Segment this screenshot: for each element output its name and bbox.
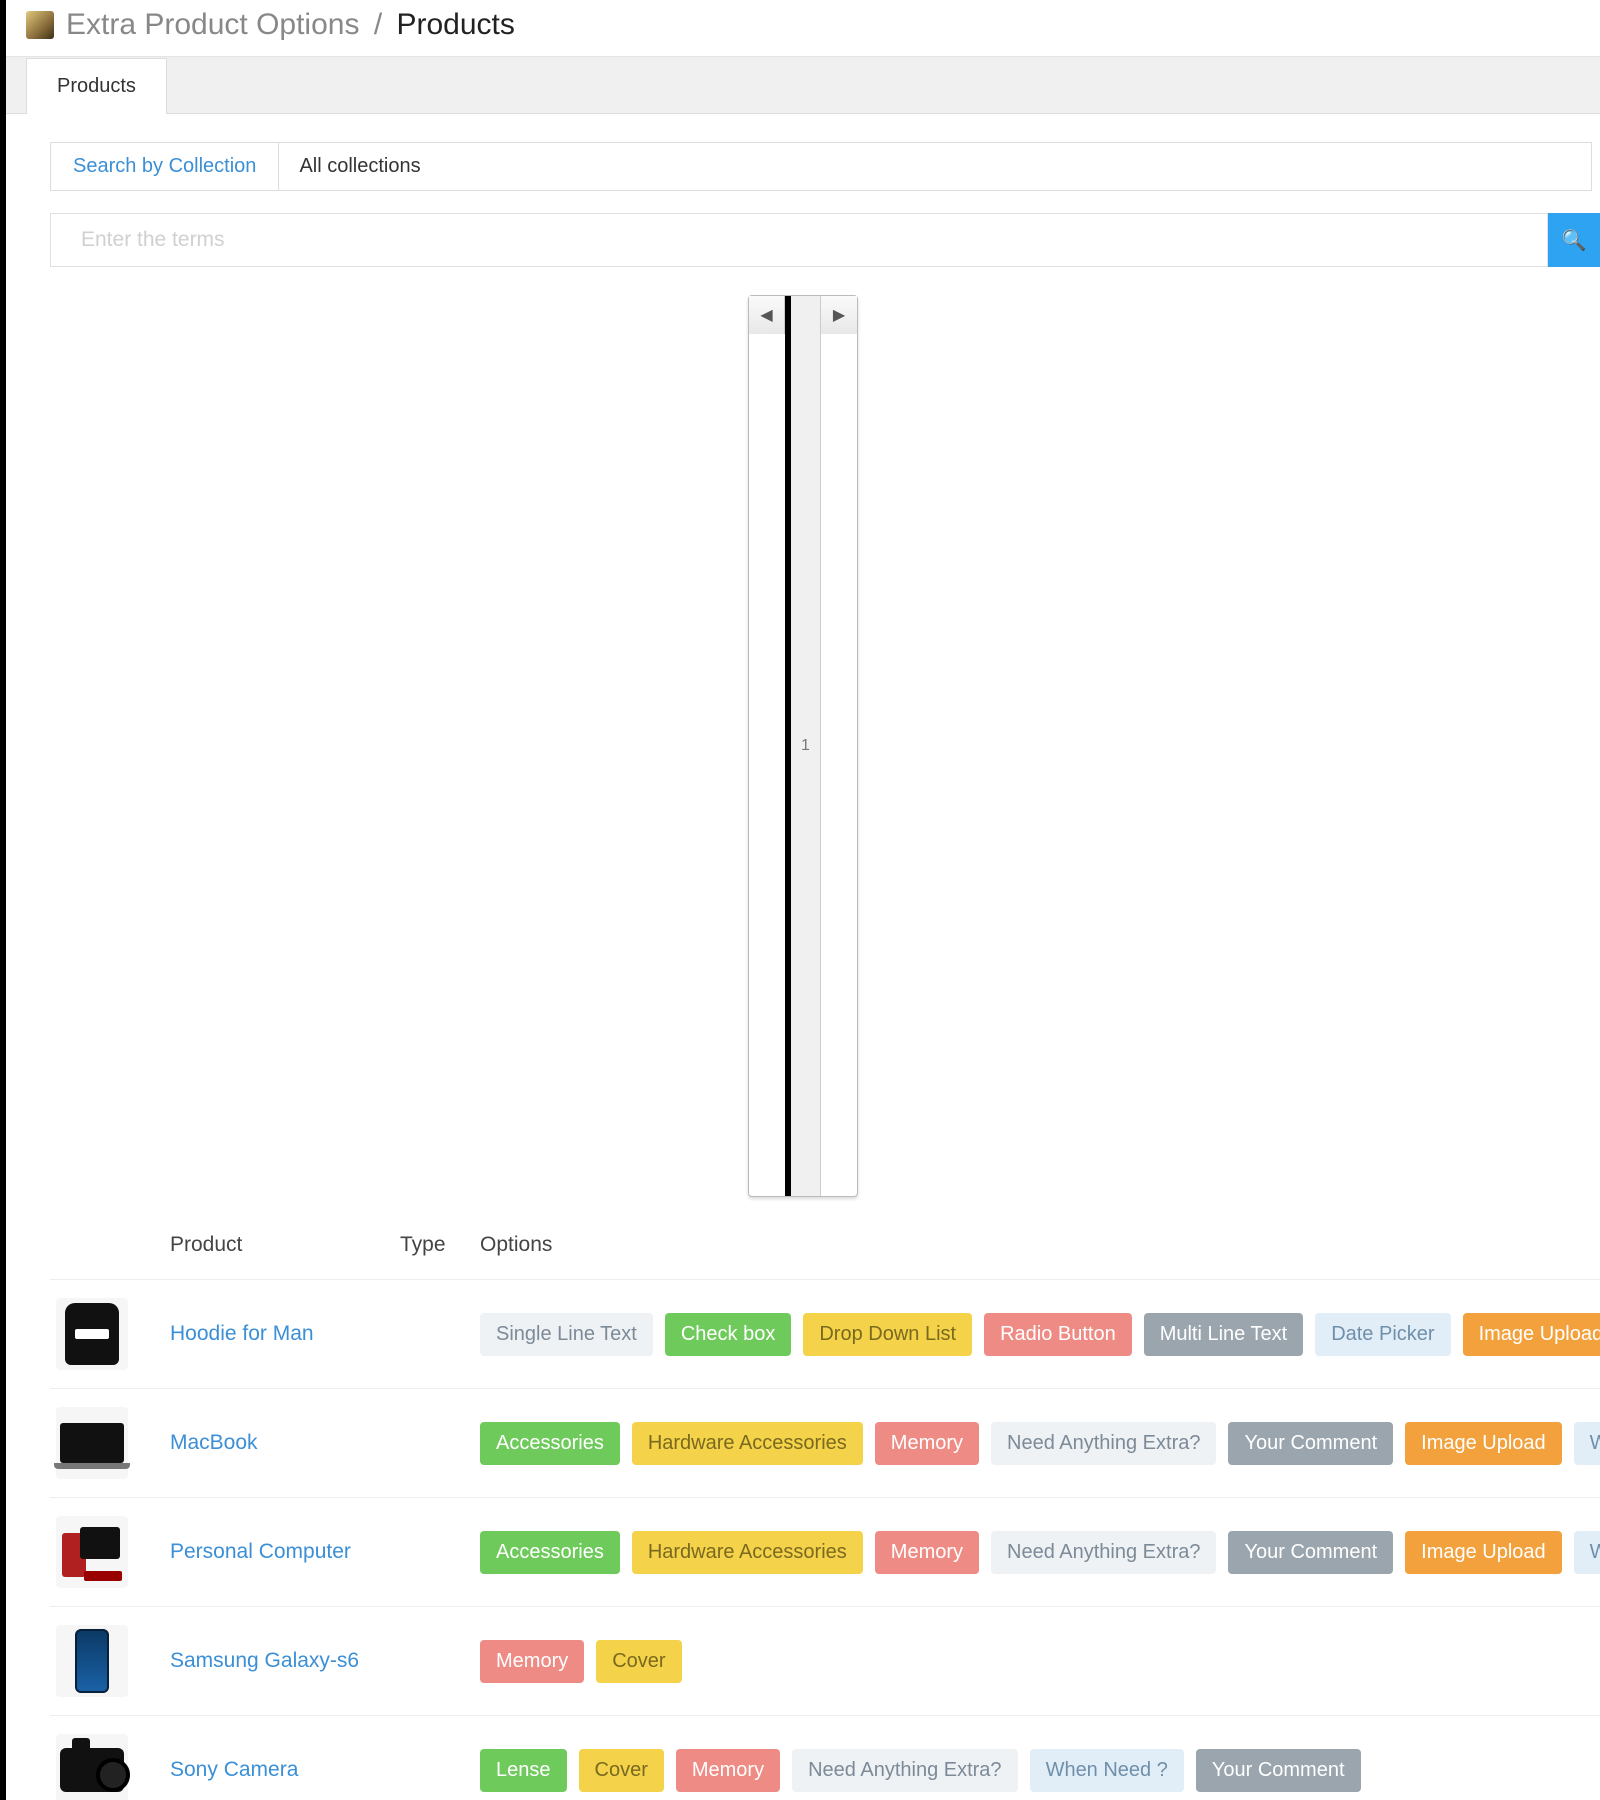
option-tag[interactable]: Multi Line Text xyxy=(1144,1313,1303,1356)
option-tag[interactable]: Date Picker xyxy=(1315,1313,1450,1356)
option-tag[interactable]: Your Comment xyxy=(1228,1531,1393,1574)
option-tag[interactable]: Hardware Accessories xyxy=(632,1422,863,1465)
option-tag[interactable]: Need Anything Extra? xyxy=(792,1749,1017,1792)
option-tag[interactable]: When Need ? xyxy=(1574,1531,1600,1574)
option-tag[interactable]: Image Upload xyxy=(1405,1531,1562,1574)
option-tag[interactable]: Accessories xyxy=(480,1422,620,1465)
option-tag[interactable]: Cover xyxy=(596,1640,681,1683)
option-tag[interactable]: Image Upload xyxy=(1405,1422,1562,1465)
option-tag[interactable]: Need Anything Extra? xyxy=(991,1422,1216,1465)
option-tag[interactable]: Radio Button xyxy=(984,1313,1132,1356)
product-link[interactable]: Samsung Galaxy-s6 xyxy=(170,1649,420,1673)
table-row: MacBook Accessories Hardware Accessories M… xyxy=(50,1389,1600,1498)
table-row: Sony Camera Lense Cover Memory Need Anythin… xyxy=(50,1716,1600,1800)
main-tabs: Products xyxy=(6,57,1600,114)
product-thumb-icon xyxy=(65,1303,119,1365)
option-tag[interactable]: Memory xyxy=(875,1422,979,1465)
product-thumbnail[interactable] xyxy=(56,1298,128,1370)
option-tag[interactable]: Need Anything Extra? xyxy=(991,1531,1216,1574)
column-header-options: Options xyxy=(480,1233,1600,1257)
pager-page-number[interactable]: 1 xyxy=(785,296,821,1196)
product-thumbnail[interactable] xyxy=(56,1625,128,1697)
product-thumbnail[interactable] xyxy=(56,1516,128,1588)
search-row: 🔍 xyxy=(50,213,1600,267)
product-thumb-icon xyxy=(60,1748,124,1792)
breadcrumb-root[interactable]: Extra Product Options xyxy=(66,8,359,41)
search-input[interactable] xyxy=(50,213,1548,267)
breadcrumb-separator: / xyxy=(374,8,382,41)
header-bar: Extra Product Options / Products xyxy=(6,0,1600,57)
table-row: Personal Computer Accessories Hardware Ac… xyxy=(50,1498,1600,1607)
product-thumb-icon xyxy=(60,1423,124,1463)
option-tag[interactable]: Drop Down List xyxy=(803,1313,972,1356)
option-tag[interactable]: When Need ? xyxy=(1574,1422,1600,1465)
pager-next-button[interactable]: ▶ xyxy=(821,296,857,334)
option-tag[interactable]: Lense xyxy=(480,1749,567,1792)
table-row: Hoodie for Man Single Line Text Check box… xyxy=(50,1280,1600,1389)
option-tag[interactable]: Memory xyxy=(480,1640,584,1683)
product-link[interactable]: MacBook xyxy=(170,1431,420,1455)
option-tag[interactable]: Accessories xyxy=(480,1531,620,1574)
product-link[interactable]: Sony Camera xyxy=(170,1758,420,1782)
column-header-product: Product xyxy=(170,1233,400,1257)
option-tag[interactable]: Memory xyxy=(875,1531,979,1574)
options-cell: Accessories Hardware Accessories Memory Nee… xyxy=(480,1531,1600,1574)
option-tag[interactable]: Your Comment xyxy=(1228,1422,1393,1465)
product-thumbnail[interactable] xyxy=(56,1407,128,1479)
option-tag[interactable]: Check box xyxy=(665,1313,792,1356)
tab-products[interactable]: Products xyxy=(26,58,167,114)
table-row: Samsung Galaxy-s6 Memory Cover xyxy=(50,1607,1600,1716)
option-tag[interactable]: Memory xyxy=(676,1749,780,1792)
product-thumb-icon xyxy=(75,1629,109,1693)
collection-filter: Search by Collection All collections xyxy=(50,142,1592,191)
options-cell: Memory Cover xyxy=(480,1640,1600,1683)
app-icon xyxy=(26,11,54,39)
column-header-type: Type xyxy=(400,1233,480,1257)
breadcrumb-current: Products xyxy=(397,8,515,41)
options-cell: Single Line Text Check box Drop Down List R… xyxy=(480,1313,1600,1356)
product-list: Hoodie for Man Single Line Text Check box… xyxy=(50,1280,1600,1800)
collection-select[interactable]: All collections xyxy=(279,143,1591,190)
option-tag[interactable]: Hardware Accessories xyxy=(632,1531,863,1574)
options-cell: Lense Cover Memory Need Anything Extra? When… xyxy=(480,1749,1600,1792)
options-cell: Accessories Hardware Accessories Memory Nee… xyxy=(480,1422,1600,1465)
product-thumbnail[interactable] xyxy=(56,1734,128,1800)
pager-prev-button[interactable]: ◀ xyxy=(749,296,785,334)
option-tag[interactable]: Single Line Text xyxy=(480,1313,653,1356)
product-thumb-icon xyxy=(62,1527,122,1577)
product-link[interactable]: Personal Computer xyxy=(170,1540,420,1564)
pager: ◀ 1 ▶ xyxy=(6,295,1600,1197)
option-tag[interactable]: Your Comment xyxy=(1196,1749,1361,1792)
option-tag[interactable]: Image Upload xyxy=(1463,1313,1600,1356)
product-link[interactable]: Hoodie for Man xyxy=(170,1322,420,1346)
option-tag[interactable]: Cover xyxy=(579,1749,664,1792)
table-header: Product Type Options xyxy=(50,1233,1600,1280)
search-icon: 🔍 xyxy=(1562,228,1587,253)
breadcrumb: Extra Product Options / Products xyxy=(66,8,515,42)
option-tag[interactable]: When Need ? xyxy=(1030,1749,1184,1792)
search-button[interactable]: 🔍 xyxy=(1548,213,1600,267)
search-by-collection-button[interactable]: Search by Collection xyxy=(51,143,279,190)
